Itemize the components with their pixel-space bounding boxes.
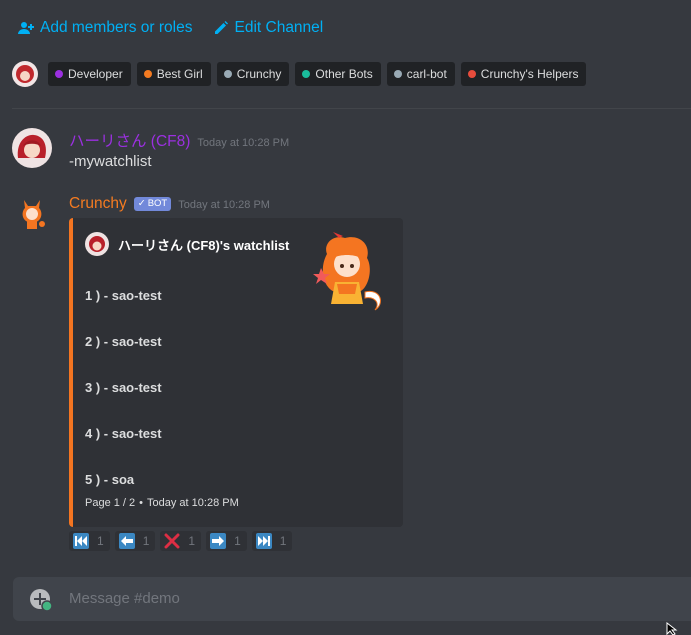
pencil-icon [214,21,229,35]
bot-badge: ✓ BOT [133,196,172,211]
cross-mark-icon [164,533,180,549]
role-chip-best-girl[interactable]: Best Girl [136,62,211,86]
embed-author: ハーリさん (CF8)'s watchlist [85,232,289,256]
message-header: Crunchy ✓ BOT Today at 10:28 PM [69,195,270,213]
role-color-dot [143,70,152,78]
add-members-button[interactable]: Add members or roles [18,19,192,37]
reaction-count: 1 [279,534,287,548]
embed-footer: Page 1 / 2 • Today at 10:28 PM [85,497,239,509]
role-color-dot [302,70,311,78]
arrow-left-icon [118,533,135,549]
timestamp: Today at 10:28 PM [197,137,290,149]
role-color-dot [55,70,63,78]
message-composer[interactable]: Message #demo [13,577,691,621]
check-icon: ✓ [137,198,146,209]
avatar[interactable] [12,128,52,168]
track-previous-icon [73,533,89,549]
role-color-dot [393,70,402,78]
username[interactable]: ハーリさん (CF8) [69,129,190,151]
channel-actions: Add members or roles Edit Channel [18,19,323,37]
reactions: 1 1 1 1 1 [69,531,293,551]
role-chip-crunchy[interactable]: Crunchy [216,62,290,86]
track-next-icon [255,533,272,549]
role-chip-developer[interactable]: Developer [48,62,131,86]
role-label: carl-bot [406,67,447,81]
embed-field: 4 ) - sao-test [85,426,162,441]
username[interactable]: Crunchy [69,195,127,213]
role-color-dot [223,70,232,78]
avatar[interactable] [12,194,52,234]
role-label: Developer [68,67,123,81]
reaction-count: 1 [188,534,196,548]
role-chips: Developer Best Girl Crunchy Other Bots c… [12,61,587,87]
avatar [85,232,109,256]
page-indicator: Page 1 / 2 [85,497,136,509]
message-header: ハーリさん (CF8) Today at 10:28 PM [69,129,289,151]
divider [12,108,691,109]
crunchyroll-mascot-image [309,232,389,316]
footer-timestamp: Today at 10:28 PM [147,497,239,509]
role-label: Other Bots [315,67,373,81]
message: ハーリさん (CF8) Today at 10:28 PM -mywatchli… [12,128,691,172]
message-text: -mywatchlist [69,153,152,170]
role-chip-carl-bot[interactable]: carl-bot [386,62,455,86]
reaction-count: 1 [234,534,241,548]
timestamp: Today at 10:28 PM [178,199,270,211]
embed: ハーリさん (CF8)'s watchlist 1 ) - sao-test 2… [69,218,403,527]
reaction-next[interactable]: 1 [206,531,247,551]
avatar[interactable] [12,61,38,87]
role-label: Best Girl [156,67,203,81]
reaction-last-page[interactable]: 1 [251,531,293,551]
role-chip-crunchys-helpers[interactable]: Crunchy's Helpers [460,62,587,86]
footer-separator: • [139,497,144,509]
embed-field: 2 ) - sao-test [85,334,162,349]
mouse-cursor-icon [666,621,678,635]
add-user-icon [18,21,34,35]
role-label: Crunchy's Helpers [480,67,579,81]
role-color-dot [467,70,476,78]
role-chip-other-bots[interactable]: Other Bots [295,62,381,86]
reaction-count: 1 [97,534,104,548]
bot-tag-label: BOT [147,198,168,209]
edit-channel-button[interactable]: Edit Channel [214,19,323,37]
reaction-count: 1 [142,534,150,548]
add-members-label: Add members or roles [40,19,193,36]
role-label: Crunchy [236,67,282,81]
reaction-previous[interactable]: 1 [114,531,156,551]
embed-field: 5 ) - soa [85,472,135,487]
embed-field: 3 ) - sao-test [85,380,162,395]
embed-title: ハーリさん (CF8)'s watchlist [118,237,290,253]
reaction-first-page[interactable]: 1 [69,531,110,551]
message-input[interactable]: Message #demo [69,590,180,607]
reaction-close[interactable]: 1 [160,531,202,551]
arrow-right-icon [210,533,227,549]
edit-channel-label: Edit Channel [234,19,324,36]
add-attachment-icon[interactable] [30,589,53,612]
embed-field: 1 ) - sao-test [85,288,162,303]
